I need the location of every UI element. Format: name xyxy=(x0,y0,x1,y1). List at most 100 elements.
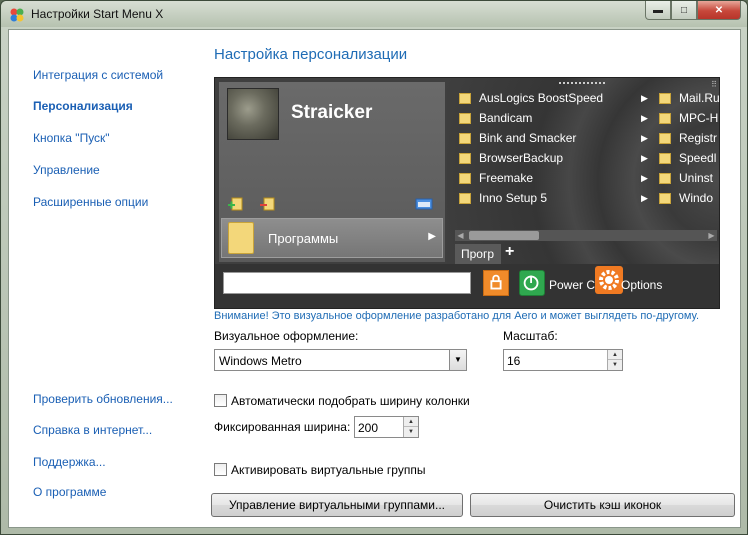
close-button[interactable]: ✕ xyxy=(697,1,741,20)
auto-width-label[interactable]: Автоматически подобрать ширину колонки xyxy=(231,394,470,408)
sidebar-item-integration[interactable]: Интеграция с системой xyxy=(33,68,163,82)
spin-up-icon[interactable]: ▲ xyxy=(608,350,622,360)
preview-username: Straicker xyxy=(291,102,373,123)
scroll-right-icon: ▶ xyxy=(708,231,715,240)
app-window: Настройки Start Menu X ▬ □ ✕ Интеграция … xyxy=(0,0,748,535)
preview-bottom-bar: Power C Options xyxy=(215,264,719,308)
title-bar[interactable]: Настройки Start Menu X ▬ □ ✕ xyxy=(1,1,747,27)
page-title: Настройка персонализации xyxy=(214,46,408,63)
app-logo-icon xyxy=(10,8,24,22)
menu-item: Speedl xyxy=(659,148,719,168)
spin-down-icon[interactable]: ▼ xyxy=(404,427,418,437)
chevron-right-icon: ▶ xyxy=(641,113,648,123)
lock-icon xyxy=(483,270,509,296)
theme-value: Windows Metro xyxy=(219,354,302,368)
menu-item: Bink and Smacker xyxy=(459,128,619,148)
virtual-groups-label[interactable]: Активировать виртуальные группы xyxy=(231,463,425,477)
folder-icon xyxy=(459,152,471,164)
menu-item: Registr xyxy=(659,128,719,148)
add-folder-icon xyxy=(228,197,243,211)
folder-icon xyxy=(459,172,471,184)
maximize-button[interactable]: □ xyxy=(671,1,697,20)
scrollbar-thumb xyxy=(469,231,539,240)
virtual-groups-checkbox[interactable] xyxy=(214,463,227,476)
scale-stepper[interactable]: 16 ▲ ▼ xyxy=(503,349,623,371)
theme-label: Визуальное оформление: xyxy=(214,329,359,343)
menu-item: BrowserBackup xyxy=(459,148,619,168)
chevron-right-icon: ▶ xyxy=(641,193,648,203)
options-label: Options xyxy=(621,278,663,292)
support-link[interactable]: Поддержка... xyxy=(33,455,106,469)
folder-icon xyxy=(659,192,671,204)
fixed-width-label: Фиксированная ширина: xyxy=(214,420,351,434)
menu-item: Inno Setup 5 xyxy=(459,188,619,208)
folder-icon xyxy=(459,192,471,204)
sidebar-item-advanced[interactable]: Расширенные опции xyxy=(33,195,148,209)
preview-left-pane: Straicker Программы ▶ xyxy=(219,82,445,262)
preview-right-pane: ⠿ AusLogics BoostSpeed Bandicam Bink and… xyxy=(447,78,719,264)
menu-item: Mail.Ru xyxy=(659,88,719,108)
chevron-down-icon[interactable]: ▼ xyxy=(449,350,466,370)
programs-item: Программы ▶ xyxy=(221,218,443,258)
avatar xyxy=(227,88,279,140)
folder-icon xyxy=(659,92,671,104)
manage-groups-button[interactable]: Управление виртуальными группами... xyxy=(211,493,463,517)
power-icon xyxy=(519,270,545,296)
spin-down-icon[interactable]: ▼ xyxy=(608,360,622,370)
menu-item: Uninst xyxy=(659,168,719,188)
power-label: Power C xyxy=(549,278,596,292)
close-icon: ✕ xyxy=(714,4,724,16)
preview-toolbar xyxy=(219,190,445,218)
folder-icon xyxy=(659,152,671,164)
scale-label: Масштаб: xyxy=(503,329,558,343)
remove-folder-icon xyxy=(260,197,275,211)
options-gear-icon xyxy=(595,266,623,294)
drag-dots xyxy=(559,82,605,84)
spin-up-icon[interactable]: ▲ xyxy=(404,417,418,427)
sidebar-item-start-button[interactable]: Кнопка "Пуск" xyxy=(33,131,110,145)
preview-tab: Прогр xyxy=(455,244,501,264)
menu-item: AusLogics BoostSpeed xyxy=(459,88,619,108)
start-menu-preview: Straicker Программы ▶ ⠿ AusLogics BoostS… xyxy=(214,77,720,309)
scroll-left-icon: ◀ xyxy=(457,231,464,240)
folder-icon xyxy=(459,132,471,144)
auto-width-checkbox[interactable] xyxy=(214,394,227,407)
scale-value: 16 xyxy=(507,354,521,368)
sidebar-item-management[interactable]: Управление xyxy=(33,163,100,177)
folder-icon xyxy=(459,92,471,104)
client-area: Интеграция с системой Персонализация Кно… xyxy=(8,29,741,528)
minimize-button[interactable]: ▬ xyxy=(645,1,671,20)
aero-warning: Внимание! Это визуальное оформление разр… xyxy=(214,310,700,322)
minimize-icon: ▬ xyxy=(653,4,663,16)
folder-icon xyxy=(459,112,471,124)
window-title: Настройки Start Menu X xyxy=(31,7,164,21)
chevron-right-icon: ▶ xyxy=(641,153,648,163)
sidebar-item-personalization[interactable]: Персонализация xyxy=(33,99,133,113)
check-updates-link[interactable]: Проверить обновления... xyxy=(33,392,173,406)
chevron-right-icon: ▶ xyxy=(641,173,648,183)
fixed-width-value: 200 xyxy=(358,421,379,435)
menu-item: Windo xyxy=(659,188,719,208)
theme-select[interactable]: Windows Metro ▼ xyxy=(214,349,467,371)
about-link[interactable]: О программе xyxy=(33,485,106,499)
menu-item: MPC-HC xyxy=(659,108,719,128)
chevron-right-icon: ▶ xyxy=(641,133,648,143)
menu-item: Bandicam xyxy=(459,108,619,128)
chevron-right-icon: ▶ xyxy=(641,93,648,103)
folder-icon xyxy=(659,172,671,184)
preview-scrollbar: ◀ ▶ xyxy=(455,230,717,241)
chevron-right-icon: ▶ xyxy=(428,231,436,242)
fixed-width-stepper[interactable]: 200 ▲ ▼ xyxy=(354,416,419,438)
folder-icon xyxy=(659,132,671,144)
programs-label: Программы xyxy=(268,231,339,246)
clear-icon-cache-button[interactable]: Очистить кэш иконок xyxy=(470,493,735,517)
folder-icon xyxy=(228,222,254,254)
preview-search-box xyxy=(223,272,471,294)
maximize-icon: □ xyxy=(680,4,688,16)
folder-icon xyxy=(659,112,671,124)
online-help-link[interactable]: Справка в интернет... xyxy=(33,423,152,437)
add-tab-icon: + xyxy=(505,243,515,260)
window-icon xyxy=(415,198,433,210)
sidebar: Интеграция с системой Персонализация Кно… xyxy=(9,30,204,527)
menu-item: Freemake xyxy=(459,168,619,188)
